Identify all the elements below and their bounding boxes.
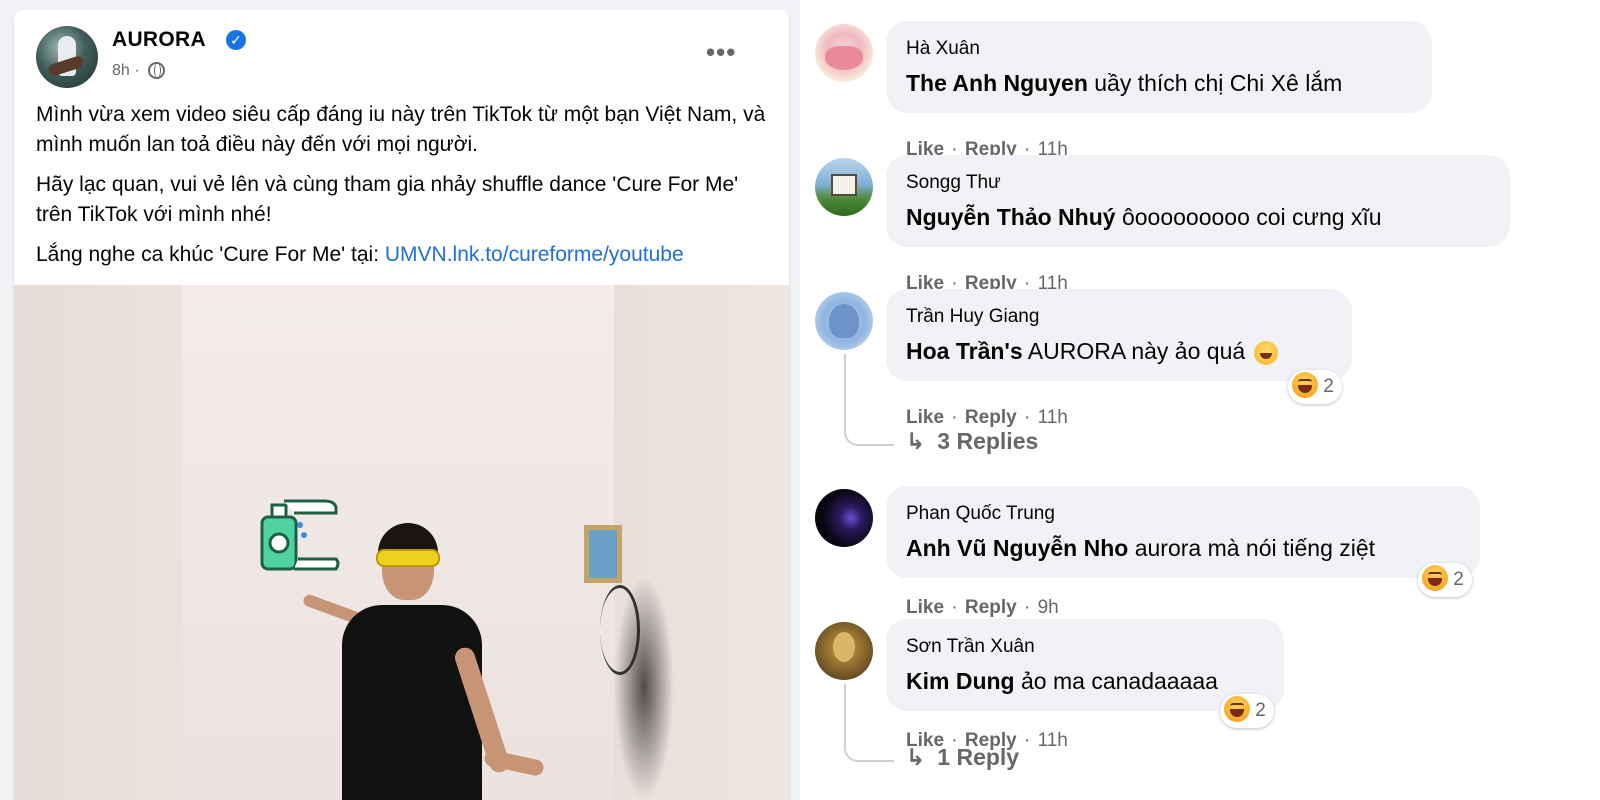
comment-text: ôooooooooo coi cưng xĩu: [1115, 204, 1382, 230]
separator: ·: [946, 597, 963, 618]
commenter-avatar[interactable]: [815, 622, 873, 680]
comment-body: Anh Vũ Nguyễn Nho aurora mà nói tiếng zi…: [906, 532, 1458, 564]
view-replies-button[interactable]: ↳ 3 Replies: [906, 428, 1038, 455]
tagged-user[interactable]: Nguyễn Thảo Nhuý: [906, 204, 1116, 230]
haha-reaction-icon: [1292, 372, 1318, 399]
listen-prefix: Lắng nghe ca khúc 'Cure For Me' tại:: [36, 243, 385, 266]
comment-body: Kim Dung ảo ma canadaaaaa: [906, 665, 1262, 697]
commenter-avatar[interactable]: [815, 292, 873, 350]
comment-actions: Like · Reply · 9h: [906, 597, 1059, 619]
tagged-user[interactable]: Anh Vũ Nguyễn Nho: [906, 535, 1128, 561]
replies-count: 1 Reply: [937, 744, 1020, 770]
globe-privacy-icon: [148, 62, 165, 79]
commenter-name[interactable]: Phan Quốc Trung: [906, 502, 1458, 526]
commenter-name[interactable]: Sơn Trần Xuân: [906, 635, 1262, 659]
post-paragraph: Hãy lạc quan, vui vẻ lên và cùng tham gi…: [36, 173, 739, 226]
comment-time[interactable]: 11h: [1038, 407, 1068, 428]
comment-bubble: Phan Quốc Trung Anh Vũ Nguyễn Nho aurora…: [886, 486, 1480, 578]
comment-text: ảo ma canadaaaaa: [1014, 668, 1218, 694]
commenter-name[interactable]: Hà Xuân: [906, 37, 1410, 61]
comment-bubble: Songg Thư Nguyễn Thảo Nhuý ôooooooooo co…: [886, 155, 1510, 247]
like-button[interactable]: Like: [906, 407, 944, 428]
reaction-count-badge[interactable]: 2: [1220, 694, 1274, 728]
blurred-figure: [614, 575, 674, 800]
comment-body: The Anh Nguyen uầy thích chị Chi Xê lắm: [906, 67, 1410, 99]
comment-time[interactable]: 11h: [1038, 730, 1068, 751]
post-card: AURORA ✓ 8h · ••• Mình vừa xem video siê…: [14, 10, 789, 800]
video-player[interactable]: [14, 285, 789, 800]
author-name[interactable]: AURORA: [112, 28, 206, 52]
comment-bubble: Hà Xuân The Anh Nguyen uầy thích chị Chi…: [886, 21, 1432, 113]
comments-panel: Hà Xuân The Anh Nguyen uầy thích chị Chi…: [800, 0, 1600, 800]
post-text: Mình vừa xem video siêu cấp đáng iu này …: [36, 100, 776, 280]
comment-time[interactable]: 9h: [1038, 597, 1059, 618]
comment-body: Hoa Trần's AURORA này ảo quá: [906, 335, 1330, 367]
dancer-sunglasses: [376, 549, 440, 567]
comment-text: AURORA này ảo quá: [1022, 338, 1252, 364]
tagged-user[interactable]: Kim Dung: [906, 668, 1015, 694]
reply-button[interactable]: Reply: [965, 597, 1017, 618]
commenter-avatar[interactable]: [815, 24, 873, 82]
post-paragraph: Mình vừa xem video siêu cấp đáng iu này …: [36, 103, 766, 156]
separator: ·: [1018, 597, 1036, 618]
video-blur-left: [14, 285, 182, 800]
more-options-icon[interactable]: •••: [706, 39, 746, 65]
replies-count: 3 Replies: [937, 428, 1039, 454]
comment-body: Nguyễn Thảo Nhuý ôooooooooo coi cưng xĩu: [906, 201, 1488, 233]
separator: ·: [1018, 730, 1036, 751]
post-listen-line: Lắng nghe ca khúc 'Cure For Me' tại: UMV…: [36, 240, 776, 270]
reaction-count-badge[interactable]: 2: [1418, 563, 1472, 597]
tagged-user[interactable]: Hoa Trần's: [906, 338, 1023, 364]
reaction-count: 2: [1255, 700, 1266, 721]
thread-connector: [844, 354, 894, 446]
thread-connector: [844, 684, 894, 762]
like-button[interactable]: Like: [906, 597, 944, 618]
commenter-name[interactable]: Trần Huy Giang: [906, 305, 1330, 329]
youtube-link[interactable]: UMVN.lnk.to/cureforme/youtube: [385, 243, 684, 266]
commenter-name[interactable]: Songg Thư: [906, 171, 1488, 195]
reply-arrow-icon: ↳: [906, 744, 926, 770]
dancer-body: [342, 605, 482, 800]
reply-arrow-icon: ↳: [906, 428, 926, 454]
commenter-avatar[interactable]: [815, 489, 873, 547]
comment-bubble: Trần Huy Giang Hoa Trần's AURORA này ảo …: [886, 289, 1352, 381]
reaction-count-badge[interactable]: 2: [1288, 370, 1342, 404]
separator: ·: [946, 407, 963, 428]
hand-sanitizer-icon: [260, 499, 340, 571]
comment-text: uầy thích chị Chi Xê lắm: [1087, 70, 1343, 96]
comment-bubble: Sơn Trần Xuân Kim Dung ảo ma canadaaaaa: [886, 619, 1284, 711]
author-avatar[interactable]: [36, 26, 98, 88]
tagged-user[interactable]: The Anh Nguyen: [906, 70, 1088, 96]
separator: ·: [1018, 407, 1036, 428]
reply-button[interactable]: Reply: [965, 407, 1017, 428]
grinning-emoji-icon: [1253, 340, 1278, 365]
haha-reaction-icon: [1422, 565, 1448, 592]
post-timestamp[interactable]: 8h ·: [112, 62, 140, 80]
verified-badge-icon: ✓: [226, 30, 246, 50]
commenter-avatar[interactable]: [815, 158, 873, 216]
view-replies-button[interactable]: ↳ 1 Reply: [906, 744, 1019, 771]
comment-text: aurora mà nói tiếng ziệt: [1128, 535, 1376, 561]
reaction-count: 2: [1453, 569, 1464, 590]
post-header: AURORA ✓ 8h · •••: [14, 10, 789, 90]
reaction-count: 2: [1323, 376, 1334, 397]
post-panel: AURORA ✓ 8h · ••• Mình vừa xem video siê…: [0, 0, 800, 800]
comment-actions: Like · Reply · 11h: [906, 407, 1068, 429]
haha-reaction-icon: [1224, 696, 1250, 723]
